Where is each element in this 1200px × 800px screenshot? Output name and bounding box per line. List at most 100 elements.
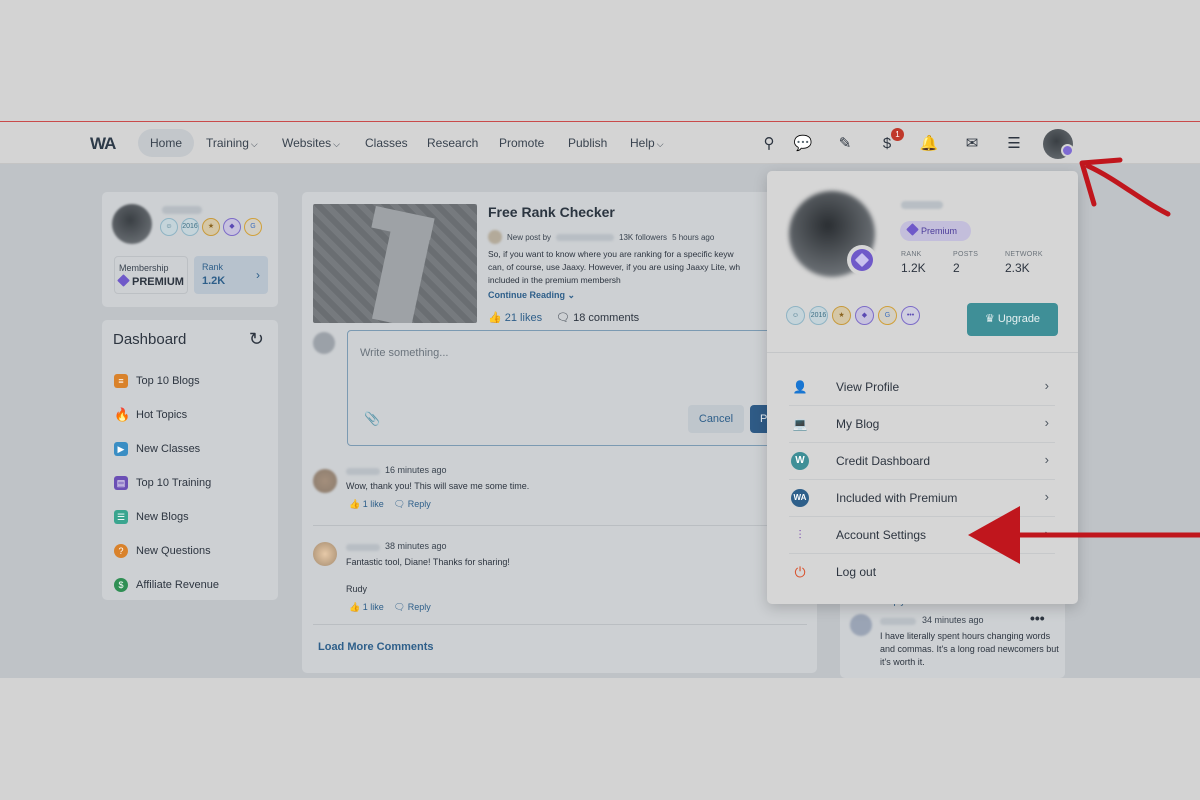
gem-icon [117,274,130,287]
year-badge[interactable]: 2016 [809,306,828,325]
commenter-avatar[interactable] [313,542,337,566]
stat-network: NETWORK 2.3K [1005,251,1043,275]
chat-icon[interactable]: 💬 [792,133,814,155]
load-more-comments-link[interactable]: Load More Comments [318,641,434,653]
continue-reading-label: Continue Reading [488,290,565,300]
commenter-avatar[interactable] [313,469,337,493]
post-excerpt: So, if you want to know where you are ra… [488,248,766,287]
dashboard-item-new-questions[interactable]: ? New Questions [114,534,219,568]
user-badge-icon[interactable]: ☺ [160,218,178,236]
menu-item-my-blog[interactable]: 💻 My Blog › [789,406,1055,443]
dashboard-item-label: Top 10 Training [136,477,212,489]
sliders-icon: ⫶ [798,528,802,542]
premium-gem-icon [1061,144,1074,157]
power-icon: ⏻ [794,564,806,580]
menu-item-view-profile[interactable]: 👤 View Profile › [789,369,1055,406]
avatar[interactable] [112,204,152,244]
google-badge[interactable]: G [244,218,262,236]
attachment-icon[interactable]: 📎 [364,411,380,427]
nav-help[interactable]: Help ⌵ [618,129,676,157]
membership-box[interactable]: Membership PREMIUM [114,256,188,294]
reply-button[interactable]: 🗨 Reply [394,499,431,510]
inbox-icon[interactable]: ☰ [1003,133,1025,155]
nav-publish[interactable]: Publish [556,129,619,157]
like-label: 1 like [362,602,384,612]
nav-promote[interactable]: Promote [487,129,556,157]
post-thumbnail[interactable] [313,204,477,323]
like-button[interactable]: 👍 1 like [349,499,384,510]
refresh-icon[interactable]: ↻ [249,329,264,350]
nav-research[interactable]: Research [415,129,490,157]
commenter-name-blurred[interactable] [346,468,380,475]
nav-websites[interactable]: Websites ⌵ [270,129,352,157]
bell-icon[interactable]: 🔔 [918,133,940,155]
commenter-name-blurred[interactable] [346,544,380,551]
reply-button[interactable]: 🗨 Reply [394,602,431,613]
menu-item-included-with-premium[interactable]: WA Included with Premium › [789,480,1055,517]
dropdown-divider [767,352,1078,353]
mail-icon[interactable]: ✉ [961,133,983,155]
document-icon: ☰ [114,510,128,524]
dashboard-item-top-blogs[interactable]: ≡ Top 10 Blogs [114,364,219,398]
like-button[interactable]: 👍 1 like [349,602,384,613]
author-avatar[interactable] [488,230,502,244]
year-badge[interactable]: 2016 [181,218,199,236]
menu-item-log-out[interactable]: ⏻ Log out [789,554,1055,591]
more-options-icon[interactable]: ••• [1030,610,1045,626]
menu-item-account-settings[interactable]: ⫶ Account Settings › [789,517,1055,554]
likes-count[interactable]: 👍 21 likes [488,311,542,324]
dashboard-item-affiliate-revenue[interactable]: $ Affiliate Revenue [114,568,219,602]
chevron-down-icon: ⌵ [333,139,340,149]
bottom-margin [0,678,1200,800]
gem-icon [906,223,919,236]
medal-badge-icon[interactable]: ★ [832,306,851,325]
comment-composer[interactable]: Write something... 📎 Cancel P [347,330,820,446]
dashboard-item-top-training[interactable]: ▤ Top 10 Training [114,466,219,500]
dashboard-list: ≡ Top 10 Blogs 🔥 Hot Topics ▶ New Classes ▤… [114,364,219,602]
stat-rank: RANK 1.2K [901,251,926,275]
stat-value: 1.2K [901,261,926,275]
dashboard-item-label: Top 10 Blogs [136,375,200,387]
menu-item-label: My Blog [836,417,880,431]
commenter-avatar[interactable] [850,614,872,636]
reply-label: Reply [407,499,431,509]
comment-input-placeholder[interactable]: Write something... [360,347,448,359]
nav-training[interactable]: Training ⌵ [194,129,270,157]
pencil-icon[interactable]: ✎ [834,133,856,155]
post-title[interactable]: Free Rank Checker [488,204,615,220]
more-badges-icon[interactable]: ••• [901,306,920,325]
menu-item-label: Log out [836,565,877,579]
premium-badge-icon[interactable]: ◆ [855,306,874,325]
comments-count[interactable]: 🗨 18 comments [556,311,639,324]
author-name-blurred[interactable] [556,233,615,241]
comment-actions: 👍 1 like 🗨 Reply [349,499,431,510]
nav-classes[interactable]: Classes [353,129,420,157]
post-excerpt-line: can, of course, use Jaaxy. However, if y… [488,262,741,272]
comment-text: Fantastic tool, Diane! Thanks for sharin… [346,557,510,567]
upgrade-button[interactable]: ♛ Upgrade [967,303,1058,336]
menu-item-credit-dashboard[interactable]: W Credit Dashboard › [789,443,1055,480]
medal-badge-icon[interactable]: ★ [202,218,220,236]
user-icon: 👤 [792,380,808,394]
cancel-button[interactable]: Cancel [688,405,744,433]
wa-logo[interactable]: WA [90,134,116,154]
menu-item-label: Account Settings [836,528,927,542]
search-icon[interactable]: ⚲ [758,133,780,155]
user-badge-icon[interactable]: ☺ [786,306,805,325]
reply-label: Reply [407,602,431,612]
username-blurred [162,206,202,214]
rank-box[interactable]: Rank 1.2K › [194,256,268,294]
thumbs-up-icon: 👍 [349,499,361,509]
continue-reading-link[interactable]: Continue Reading ⌄ [488,290,575,301]
dashboard-item-new-blogs[interactable]: ☰ New Blogs [114,500,219,534]
chevron-right-icon: › [1044,378,1049,393]
premium-badge-icon[interactable]: ◆ [223,218,241,236]
google-badge[interactable]: G [878,306,897,325]
post-feed: Free Rank Checker New post by 13K follow… [302,192,820,673]
dashboard-item-hot-topics[interactable]: 🔥 Hot Topics [114,398,219,432]
commenter-name-blurred[interactable] [880,618,916,625]
comment-time: 16 minutes ago [385,465,447,475]
credit-icon: W [791,452,809,470]
nav-home[interactable]: Home [138,129,195,157]
dashboard-item-new-classes[interactable]: ▶ New Classes [114,432,219,466]
